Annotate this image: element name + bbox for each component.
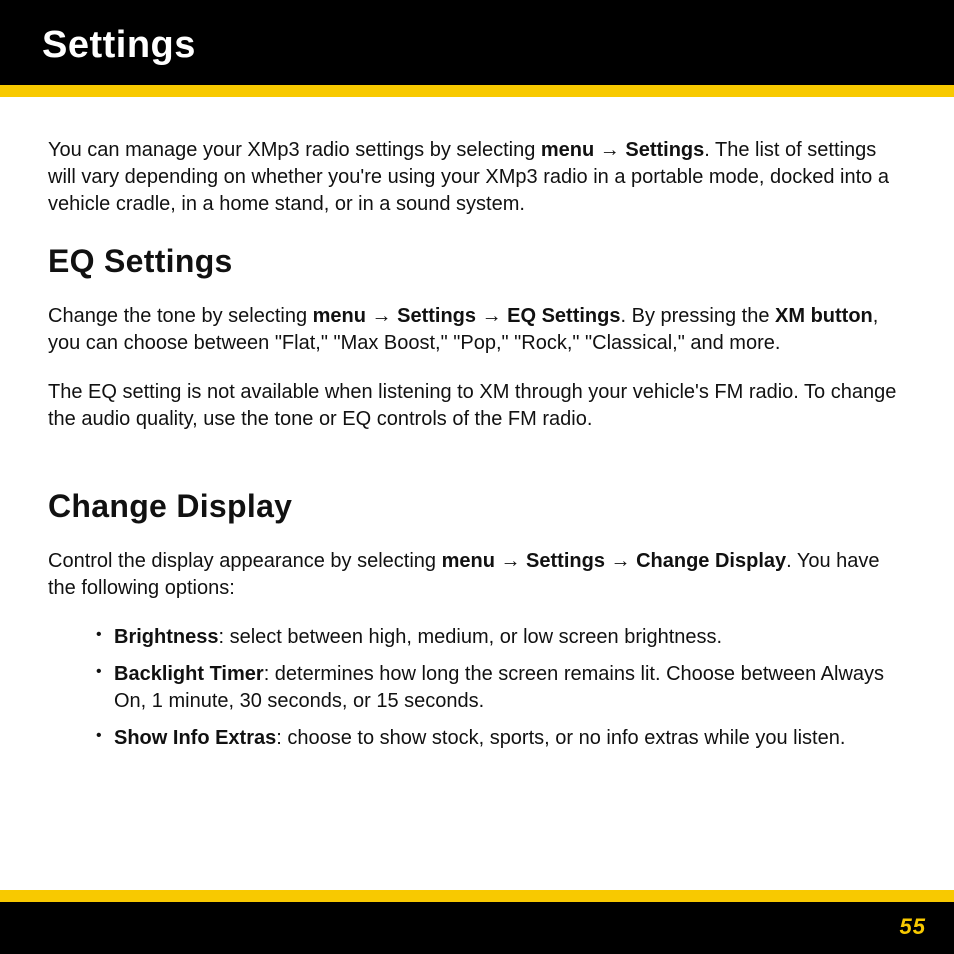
eq-paragraph-2: The EQ setting is not available when lis… bbox=[48, 379, 906, 433]
settings-bold: Settings bbox=[625, 139, 704, 161]
display-heading: Change Display bbox=[48, 485, 906, 528]
content-area: You can manage your XMp3 radio settings … bbox=[0, 97, 954, 890]
change-display-bold: Change Display bbox=[636, 550, 786, 572]
eq-settings-section: EQ Settings Change the tone by selecting… bbox=[48, 240, 906, 433]
option-desc: : choose to show stock, sports, or no in… bbox=[276, 727, 845, 749]
list-item: Backlight Timer: determines how long the… bbox=[96, 661, 906, 715]
option-name: Backlight Timer bbox=[114, 663, 264, 685]
accent-bar-bottom bbox=[0, 890, 954, 902]
settings-bold: Settings bbox=[526, 550, 605, 572]
accent-bar-top bbox=[0, 85, 954, 97]
page-number: 55 bbox=[900, 914, 926, 940]
text: . By pressing the bbox=[621, 305, 776, 327]
arrow: → bbox=[476, 305, 507, 327]
arrow: → bbox=[605, 550, 636, 572]
footer-bar: 55 bbox=[0, 902, 954, 954]
manual-page: Settings You can manage your XMp3 radio … bbox=[0, 0, 954, 954]
option-desc: : select between high, medium, or low sc… bbox=[218, 626, 722, 648]
menu-bold: menu bbox=[313, 305, 366, 327]
list-item: Show Info Extras: choose to show stock, … bbox=[96, 725, 906, 752]
arrow: → bbox=[366, 305, 397, 327]
xm-button-bold: XM button bbox=[775, 305, 873, 327]
list-item: Brightness: select between high, medium,… bbox=[96, 624, 906, 651]
eq-paragraph-1: Change the tone by selecting menu → Sett… bbox=[48, 303, 906, 357]
arrow: → bbox=[594, 139, 625, 161]
text: Change the tone by selecting bbox=[48, 305, 313, 327]
menu-bold: menu bbox=[442, 550, 495, 572]
page-title: Settings bbox=[42, 24, 912, 67]
eq-settings-bold: EQ Settings bbox=[507, 305, 620, 327]
settings-bold: Settings bbox=[397, 305, 476, 327]
eq-heading: EQ Settings bbox=[48, 240, 906, 283]
arrow: → bbox=[495, 550, 526, 572]
intro-paragraph: You can manage your XMp3 radio settings … bbox=[48, 137, 906, 218]
change-display-section: Change Display Control the display appea… bbox=[48, 485, 906, 752]
display-paragraph-1: Control the display appearance by select… bbox=[48, 548, 906, 602]
header-bar: Settings bbox=[0, 0, 954, 85]
display-options-list: Brightness: select between high, medium,… bbox=[48, 624, 906, 752]
text: Control the display appearance by select… bbox=[48, 550, 442, 572]
option-name: Brightness bbox=[114, 626, 218, 648]
text: You can manage your XMp3 radio settings … bbox=[48, 139, 541, 161]
menu-bold: menu bbox=[541, 139, 594, 161]
option-name: Show Info Extras bbox=[114, 727, 276, 749]
